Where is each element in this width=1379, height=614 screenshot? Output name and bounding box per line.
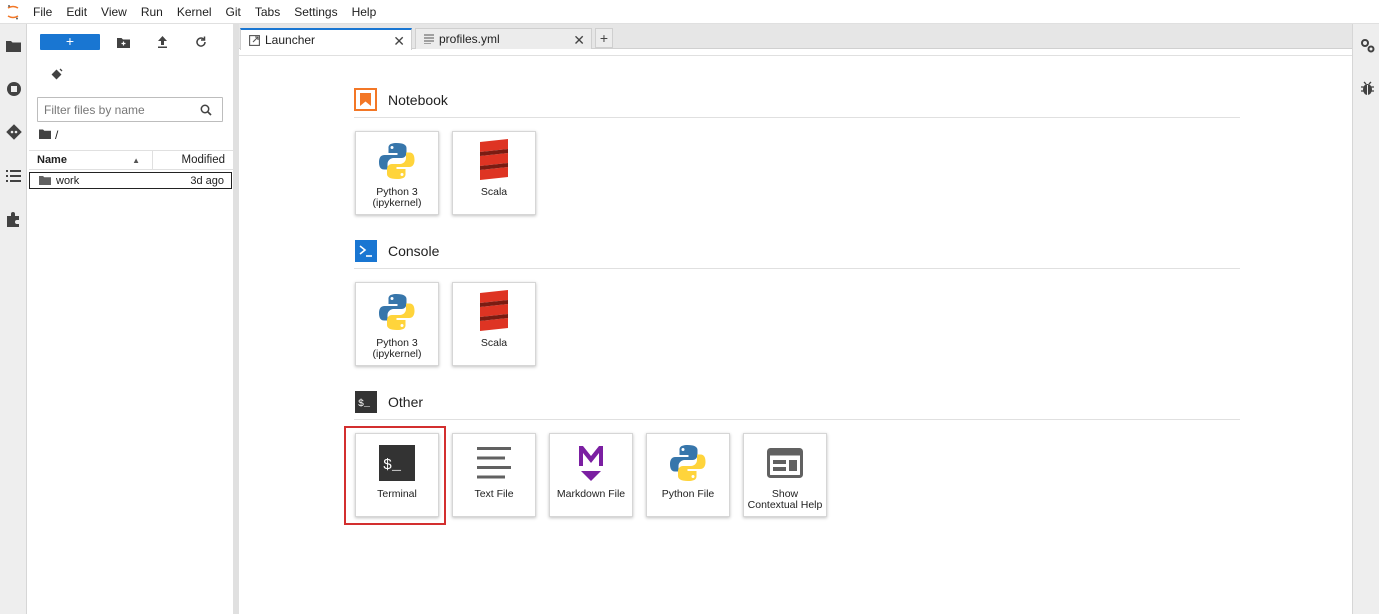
card-label: Python File: [661, 488, 715, 500]
python-file-card[interactable]: Python File: [646, 433, 730, 517]
main-area: Launcher ✕ profiles.yml ✕ + Notebook Pyt…: [239, 24, 1352, 614]
scala-logo-icon: [468, 287, 520, 337]
git-icon[interactable]: [5, 123, 22, 140]
breadcrumb-root[interactable]: /: [55, 128, 58, 142]
python-logo-icon: [371, 287, 423, 337]
upload-icon[interactable]: [154, 34, 170, 50]
console-scala-card[interactable]: Scala: [452, 282, 536, 366]
debugger-icon[interactable]: [1359, 80, 1375, 96]
menu-edit[interactable]: Edit: [59, 0, 94, 24]
text-file-card[interactable]: Text File: [452, 433, 536, 517]
file-row-modified: 3d ago: [190, 174, 224, 187]
search-icon: [200, 103, 212, 121]
text-file-icon: [468, 438, 520, 488]
column-name[interactable]: Name ▲: [29, 151, 153, 169]
notebook-scala-card[interactable]: Scala: [452, 131, 536, 215]
menu-file[interactable]: File: [26, 0, 59, 24]
menu-run[interactable]: Run: [134, 0, 170, 24]
card-label: Scala: [480, 186, 508, 198]
file-list-header: Name ▲ Modified: [29, 150, 233, 170]
git-clone-icon[interactable]: [50, 68, 64, 82]
content-divider: [239, 55, 1352, 56]
tab-launcher-label: Launcher: [265, 33, 316, 47]
filter-files-input[interactable]: [44, 102, 194, 117]
table-of-contents-icon[interactable]: [5, 167, 22, 184]
new-launcher-button[interactable]: +: [40, 34, 100, 50]
new-folder-icon[interactable]: [115, 34, 131, 50]
menu-git[interactable]: Git: [219, 0, 248, 24]
tab-profiles-label: profiles.yml: [439, 32, 500, 46]
filter-files-field[interactable]: [37, 97, 223, 122]
column-name-label: Name: [37, 154, 67, 166]
file-browser-panel: + / Name ▲ Modified work 3d ago: [27, 24, 233, 614]
contextual-help-card[interactable]: Show Contextual Help: [743, 433, 827, 517]
section-console: Console: [354, 239, 439, 262]
section-divider: [354, 117, 1240, 118]
section-console-title: Console: [388, 242, 440, 259]
jupyter-logo-icon[interactable]: [0, 0, 26, 24]
contextual-help-icon: [759, 438, 811, 488]
tab-bar: Launcher ✕ profiles.yml ✕ +: [239, 24, 1352, 50]
python-logo-icon: [371, 136, 423, 186]
text-file-icon: [424, 34, 434, 44]
menu-tabs[interactable]: Tabs: [248, 0, 287, 24]
section-divider: [354, 419, 1240, 420]
home-folder-icon[interactable]: [39, 128, 51, 142]
close-icon[interactable]: ✕: [393, 33, 405, 50]
folder-icon[interactable]: [5, 37, 22, 54]
left-activity-bar: [0, 24, 27, 614]
card-label: Text File: [474, 488, 514, 500]
running-sessions-icon[interactable]: [5, 80, 22, 97]
tab-profiles-yml[interactable]: profiles.yml ✕: [415, 28, 592, 49]
markdown-file-card[interactable]: Markdown File: [549, 433, 633, 517]
card-label: Show Contextual Help: [747, 488, 823, 511]
menu-view[interactable]: View: [94, 0, 134, 24]
column-modified[interactable]: Modified: [153, 154, 233, 166]
close-icon[interactable]: ✕: [573, 32, 585, 49]
scala-logo-icon: [468, 136, 520, 186]
section-other: $_ Other: [354, 390, 423, 413]
card-label: Scala: [480, 337, 508, 349]
menu-help[interactable]: Help: [345, 0, 384, 24]
tab-launcher[interactable]: Launcher ✕: [240, 28, 412, 50]
section-other-title: Other: [388, 393, 424, 410]
python-logo-icon: [662, 438, 714, 488]
menu-kernel[interactable]: Kernel: [170, 0, 219, 24]
extension-puzzle-icon[interactable]: [5, 210, 22, 227]
console-icon: [354, 239, 377, 262]
breadcrumb: /: [39, 128, 58, 142]
menu-settings[interactable]: Settings: [287, 0, 344, 24]
folder-icon: [39, 176, 51, 185]
add-tab-button[interactable]: +: [595, 28, 613, 48]
markdown-icon: [565, 438, 617, 488]
menubar: File Edit View Run Kernel Git Tabs Setti…: [0, 0, 1379, 24]
terminal-icon: $_: [354, 390, 377, 413]
card-label: Python 3 (ipykernel): [372, 337, 422, 360]
svg-text:$_: $_: [358, 398, 371, 410]
right-sidebar: [1352, 24, 1379, 614]
launcher-icon: [249, 34, 260, 46]
notebook-python3-card[interactable]: Python 3 (ipykernel): [355, 131, 439, 215]
terminal-highlight-box: [344, 426, 446, 525]
section-notebook-title: Notebook: [388, 91, 448, 108]
console-python3-card[interactable]: Python 3 (ipykernel): [355, 282, 439, 366]
file-row[interactable]: work 3d ago: [29, 172, 232, 189]
section-divider: [354, 268, 1240, 269]
file-row-name: work: [56, 174, 80, 187]
section-notebook: Notebook: [354, 88, 448, 111]
refresh-icon[interactable]: [193, 34, 209, 50]
sort-ascending-icon: ▲: [132, 156, 140, 165]
card-label: Python 3 (ipykernel): [372, 186, 422, 209]
property-inspector-icon[interactable]: [1359, 37, 1375, 53]
card-label: Markdown File: [556, 488, 626, 500]
notebook-icon: [354, 88, 377, 111]
